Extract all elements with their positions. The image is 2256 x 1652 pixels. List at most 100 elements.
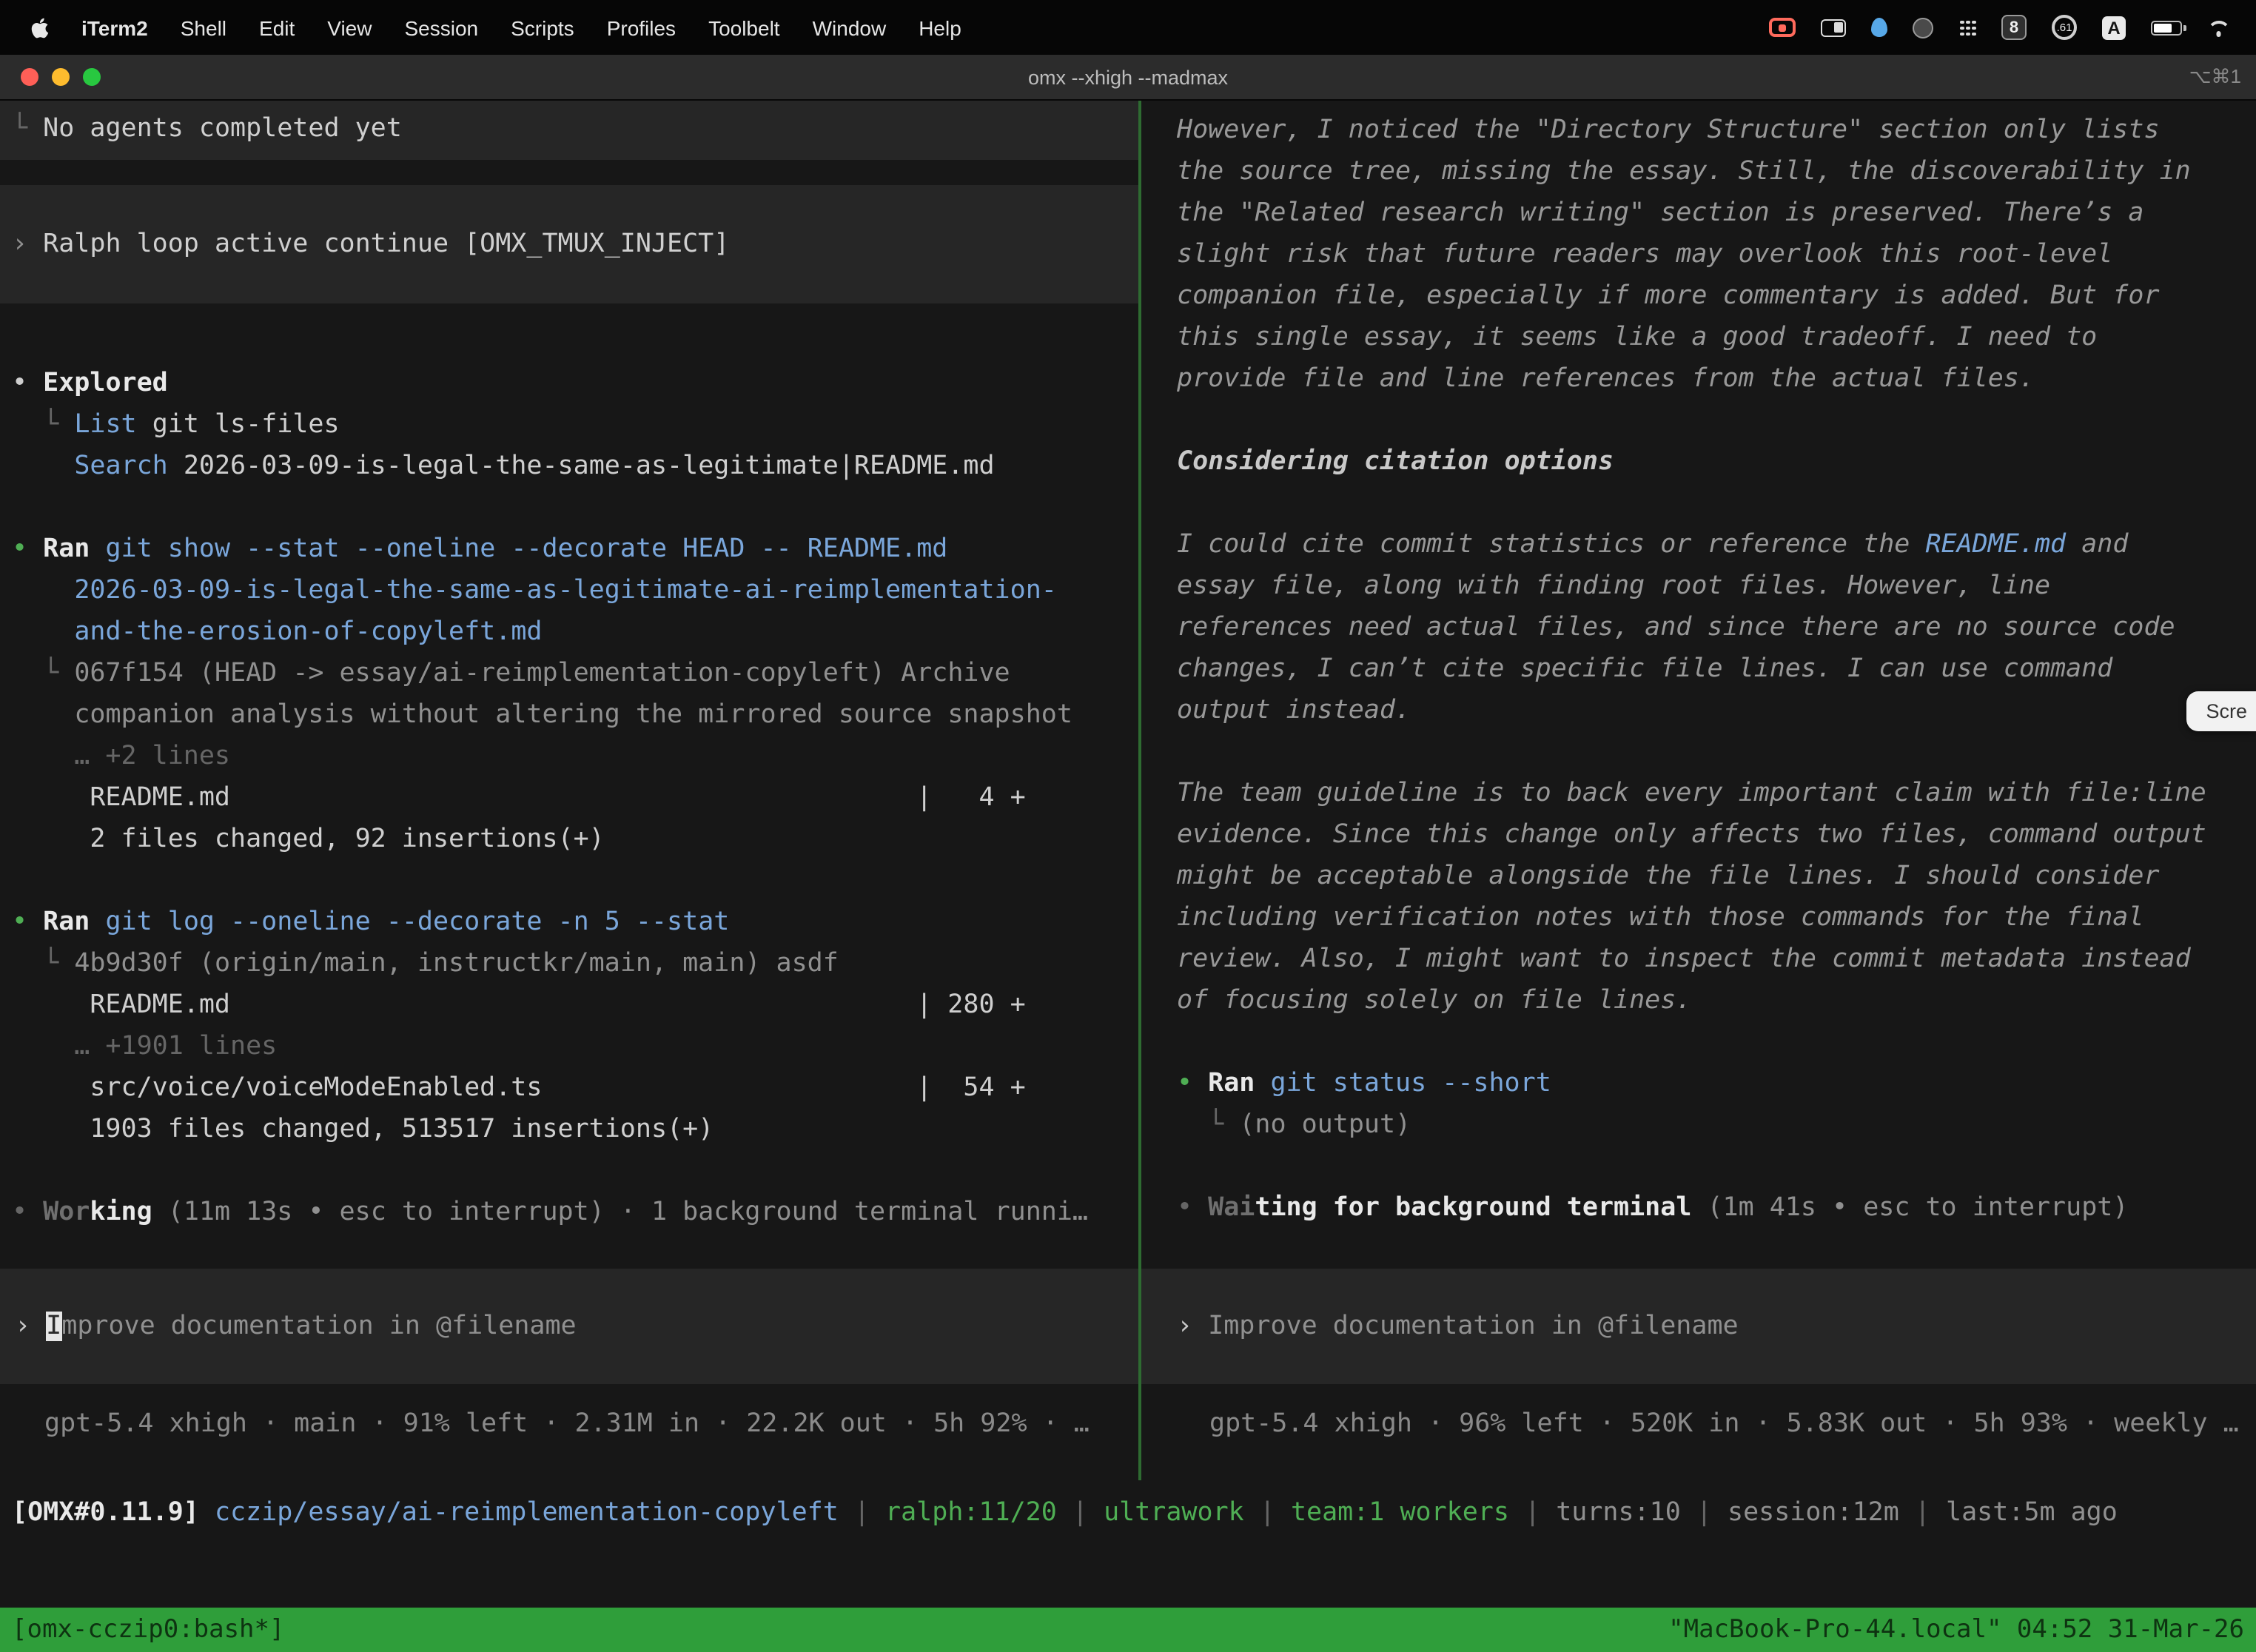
terminal: └ No agents completed yet › Ralph loop a…: [0, 101, 2256, 1608]
text-segment: •: [1177, 1193, 1208, 1223]
text-segment: [90, 534, 105, 564]
text-segment: turns:10: [1556, 1498, 1681, 1528]
battery-gauge-icon[interactable]: .61: [2052, 15, 2077, 40]
apple-menu-icon[interactable]: [15, 16, 65, 39]
menu-scripts[interactable]: Scripts: [494, 16, 591, 39]
keypad-8-icon[interactable]: 8: [2001, 15, 2027, 40]
text-segment: [12, 617, 74, 647]
terminal-line: • Ran git show --stat --oneline --decora…: [12, 528, 1138, 570]
text-segment: |: [1681, 1498, 1728, 1528]
text-segment: └: [12, 659, 74, 688]
screen-popup-button[interactable]: Scre: [2186, 691, 2256, 731]
terminal-line: slight risk that future readers may over…: [1177, 234, 2256, 275]
menu-view[interactable]: View: [311, 16, 388, 39]
tmux-session-window[interactable]: [omx-cczip0:bash*]: [12, 1608, 284, 1652]
ralph-loop-line: › Ralph loop active continue [OMX_TMUX_I…: [12, 224, 729, 265]
text-segment: companion file, especially if more comme…: [1177, 281, 2160, 311]
menu-iterm2[interactable]: iTerm2: [65, 16, 164, 39]
text-segment: [12, 700, 74, 730]
terminal-line: the source tree, missing the essay. Stil…: [1177, 151, 2256, 192]
menu-shell[interactable]: Shell: [164, 16, 243, 39]
text-segment: Considering citation options: [1177, 447, 1614, 477]
terminal-line: [1177, 1021, 2256, 1063]
shield-icon[interactable]: [1913, 17, 1933, 38]
terminal-line: review. Also, I might want to inspect th…: [1177, 939, 2256, 980]
terminal-line: evidence. Since this change only affects…: [1177, 814, 2256, 856]
text-segment: the "Related research writing" section i…: [1177, 198, 2143, 228]
text-segment: README.md | 4 +: [12, 783, 1026, 813]
right-pane: However, I noticed the "Directory Struct…: [1141, 101, 2256, 1480]
text-segment: Ran: [43, 534, 90, 564]
droplet-icon[interactable]: [1871, 18, 1887, 37]
terminal-line: [1177, 731, 2256, 773]
terminal-line: • Ran git status --short: [1177, 1063, 2256, 1104]
text-segment: might be acceptable alongside the file l…: [1177, 862, 2160, 891]
text-segment: 067f154 (HEAD -> essay/ai-reimplementati…: [74, 659, 1010, 688]
omx-status-line: [OMX#0.11.9] cczip/essay/ai-reimplementa…: [12, 1492, 2256, 1534]
text-segment: •: [12, 369, 43, 398]
text-segment: |: [1244, 1498, 1291, 1528]
minimize-window-button[interactable]: [52, 68, 70, 86]
text-segment: (11m 13s • esc to interrupt) · 1 backgro…: [152, 1198, 1088, 1227]
terminal-line: [12, 1150, 1138, 1192]
left-input-line[interactable]: › Improve documentation in @filename: [15, 1306, 577, 1347]
apps-grid-icon[interactable]: [1958, 19, 1976, 36]
right-input-box[interactable]: › Improve documentation in @filename: [1141, 1269, 2256, 1384]
text-segment: Wai: [1208, 1193, 1255, 1223]
right-pane-lines: However, I noticed the "Directory Struct…: [1177, 110, 2256, 1229]
terminal-line: 2026-03-09-is-legal-the-same-as-legitima…: [12, 570, 1138, 611]
text-segment: |: [1509, 1498, 1556, 1528]
battery-icon[interactable]: [2151, 20, 2182, 35]
terminal-line: companion file, especially if more comme…: [1177, 275, 2256, 317]
tmux-host-clock: "MacBook-Pro-44.local" 04:52 31-Mar-26: [1668, 1608, 2244, 1652]
close-window-button[interactable]: [21, 68, 38, 86]
terminal-line: Considering citation options: [1177, 441, 2256, 483]
menu-toolbelt[interactable]: Toolbelt: [692, 16, 796, 39]
text-segment: ›: [15, 1312, 46, 1341]
input-source-icon[interactable]: A: [2102, 16, 2126, 39]
terminal-line: … +1901 lines: [12, 1026, 1138, 1067]
text-segment: 2 files changed, 92 insertions(+): [12, 825, 605, 854]
text-segment: •: [12, 907, 43, 937]
terminal-line: 1903 files changed, 513517 insertions(+): [12, 1109, 1138, 1150]
stage-manager-icon[interactable]: [1821, 19, 1846, 36]
window-title-bar[interactable]: omx --xhigh --madmax ⌥⌘1: [0, 55, 2256, 101]
text-segment: README.md | 280 +: [12, 990, 1026, 1020]
menu-window[interactable]: Window: [796, 16, 903, 39]
text-segment: git status --short: [1270, 1069, 1551, 1098]
terminal-line: [12, 487, 1138, 528]
terminal-line: companion analysis without altering the …: [12, 694, 1138, 736]
terminal-line: provide file and line references from th…: [1177, 358, 2256, 400]
left-input-box[interactable]: › Improve documentation in @filename: [0, 1269, 1138, 1384]
wifi-icon[interactable]: [2207, 19, 2229, 36]
window-title: omx --xhigh --madmax: [0, 66, 2256, 88]
text-segment: 2026-03-09-is-legal-the-same-as-legitima…: [168, 451, 995, 481]
terminal-line: README.md | 280 +: [12, 984, 1138, 1026]
text-segment: I could cite commit statistics or refere…: [1177, 530, 1925, 560]
text-segment: •: [1177, 1069, 1208, 1098]
menu-help[interactable]: Help: [902, 16, 978, 39]
left-pane: └ No agents completed yet › Ralph loop a…: [0, 101, 1138, 1480]
text-segment: 2026-03-09-is-legal-the-same-as-legitima…: [74, 576, 1057, 605]
text-segment: Ran: [1208, 1069, 1255, 1098]
text-segment: ›: [12, 229, 43, 259]
terminal-line: [12, 860, 1138, 901]
terminal-line: • Waiting for background terminal (1m 41…: [1177, 1187, 2256, 1229]
screen-recording-icon[interactable]: [1769, 18, 1796, 37]
menu-profiles[interactable]: Profiles: [591, 16, 692, 39]
menu-bar: iTerm2ShellEditViewSessionScriptsProfile…: [0, 0, 2256, 55]
menu-bar-left: iTerm2ShellEditViewSessionScriptsProfile…: [15, 16, 978, 39]
text-segment: references need actual files, and since …: [1177, 613, 2175, 642]
text-segment: README.md: [1925, 530, 2066, 560]
zoom-window-button[interactable]: [83, 68, 101, 86]
menu-items: iTerm2ShellEditViewSessionScriptsProfile…: [65, 16, 978, 39]
text-segment: git log --oneline --decorate -n 5 --stat: [105, 907, 729, 937]
text-segment: provide file and line references from th…: [1177, 364, 2035, 394]
text-segment: git ls-files: [137, 410, 340, 440]
text-segment: ultrawork: [1104, 1498, 1244, 1528]
terminal-line: [1177, 1146, 2256, 1187]
text-segment: git show --stat --oneline --decorate HEA…: [105, 534, 947, 564]
right-input-line[interactable]: › Improve documentation in @filename: [1177, 1306, 1739, 1347]
menu-session[interactable]: Session: [388, 16, 494, 39]
menu-edit[interactable]: Edit: [243, 16, 311, 39]
